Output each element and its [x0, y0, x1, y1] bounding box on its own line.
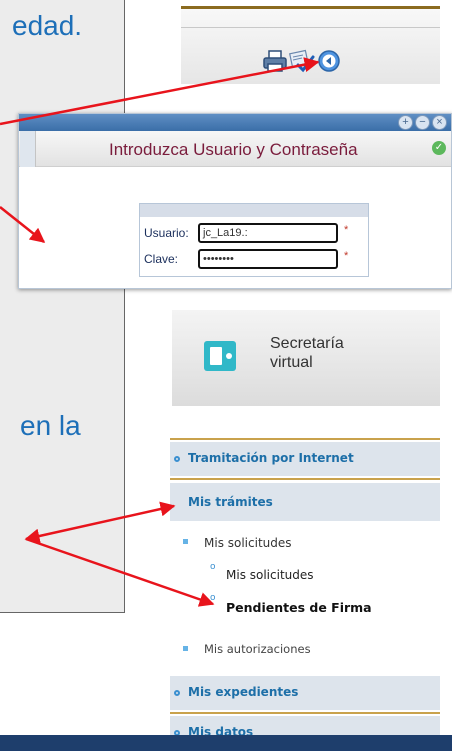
circle-bullet-icon	[174, 456, 180, 462]
menu-item-label: Mis solicitudes	[226, 568, 314, 582]
secretaria-title-line2: virtual	[270, 354, 313, 371]
usuario-label: Usuario:	[144, 226, 189, 240]
menu-item-label: Mis autorizaciones	[204, 642, 311, 656]
login-header-tab	[20, 131, 36, 167]
check-ok-icon: ✓	[432, 141, 446, 155]
print-icon[interactable]	[262, 49, 288, 73]
slide-text-box	[0, 0, 125, 613]
usuario-input[interactable]: jc_La19.:	[198, 223, 338, 243]
menu-item-label: Mis expedientes	[188, 685, 299, 699]
small-circle-bullet-icon: o	[210, 562, 216, 572]
menu-item-mis-solicitudes-sub[interactable]: o Mis solicitudes	[170, 562, 440, 592]
clave-label: Clave:	[144, 252, 179, 266]
menu-separator	[170, 478, 440, 480]
menu-separator	[170, 712, 440, 714]
menu-item-pendientes-firma[interactable]: o Pendientes de Firma	[170, 593, 440, 623]
clave-input[interactable]: ••••••••	[198, 249, 338, 269]
login-form: Usuario: jc_La19.: * Clave: •••••••• *	[139, 203, 369, 277]
maximize-button[interactable]: +	[398, 115, 413, 130]
slide-footer-bar	[0, 735, 452, 751]
secretaria-virtual-icon	[204, 341, 236, 371]
screenshot-stage: edad. en la + − × Introduzca Usuario y C…	[0, 0, 452, 751]
login-dialog: + − × Introduzca Usuario y Contraseña ✓ …	[18, 113, 452, 289]
square-bullet-icon	[183, 646, 188, 651]
circle-bullet-icon	[174, 690, 180, 696]
back-icon[interactable]	[316, 49, 342, 73]
square-bullet-icon	[183, 539, 188, 544]
minimize-button[interactable]: −	[415, 115, 430, 130]
toolbar-divider	[181, 27, 440, 28]
sign-check-icon[interactable]	[289, 49, 315, 73]
slide-text-top: edad.	[12, 10, 83, 41]
menu-item-label: Pendientes de Firma	[226, 600, 372, 615]
secretaria-virtual-title: Secretaría virtual	[270, 334, 344, 372]
toolbar-panel	[181, 6, 440, 84]
small-circle-bullet-icon: o	[210, 593, 216, 603]
usuario-required-mark: *	[344, 224, 349, 236]
login-titlebar	[19, 114, 451, 131]
login-form-bar	[140, 204, 368, 217]
menu-item-mis-solicitudes[interactable]: Mis solicitudes	[170, 531, 440, 561]
menu-item-label: Mis trámites	[188, 495, 273, 509]
login-title: Introduzca Usuario y Contraseña	[109, 140, 358, 159]
slide-text-bottom: en la	[20, 410, 81, 441]
secretaria-virtual-banner[interactable]: Secretaría virtual	[172, 310, 440, 406]
menu-item-mis-tramites[interactable]: Mis trámites	[170, 483, 440, 521]
menu-item-mis-autorizaciones[interactable]: Mis autorizaciones	[170, 638, 440, 668]
clave-required-mark: *	[344, 250, 349, 262]
secretaria-menu: Tramitación por Internet Mis trámites Mi…	[170, 438, 440, 751]
menu-separator	[170, 438, 440, 440]
close-button[interactable]: ×	[432, 115, 447, 130]
menu-item-label: Tramitación por Internet	[188, 451, 354, 465]
menu-item-label: Mis solicitudes	[204, 536, 292, 550]
menu-item-tramitacion[interactable]: Tramitación por Internet	[170, 442, 440, 476]
menu-item-mis-expedientes[interactable]: Mis expedientes	[170, 676, 440, 710]
secretaria-title-line1: Secretaría	[270, 335, 344, 352]
